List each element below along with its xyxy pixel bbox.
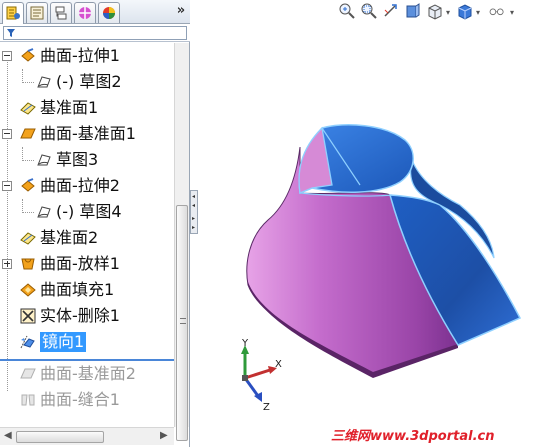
tree-item-plane1[interactable]: 基准面1 [0,95,174,121]
vertical-scrollbar[interactable] [174,43,189,441]
filter-input[interactable] [3,26,187,40]
y-axis-label: Y [241,338,249,349]
tree-item-label: (-) 草图2 [56,72,122,91]
tree-item-filled-surface1[interactable]: 曲面填充1 [0,277,174,303]
horizontal-scrollbar[interactable]: ◀ ▶ [0,427,174,445]
tree-item-planar-surface1[interactable]: 曲面-基准面1 [0,121,174,147]
tree-item-label: 曲面-拉伸1 [40,46,120,65]
zoom-to-area-icon[interactable] [360,2,378,20]
surface-extrude-icon [21,48,35,62]
zoom-to-fit-icon[interactable] [338,2,356,20]
z-axis-label: Z [263,402,270,413]
tree-item-surface-extrude2[interactable]: 曲面-拉伸2 [0,173,174,199]
hide-show-items-icon[interactable] [488,2,506,20]
tab-property-manager[interactable] [26,2,48,23]
tree-item-label: (-) 草图4 [56,202,122,221]
more-tabs-button[interactable]: » [173,2,189,20]
filled-surface-icon [20,283,36,297]
collapse-toggle[interactable] [2,129,12,139]
grip-icon [180,318,186,324]
chevron-down-icon[interactable]: ▾ [446,8,450,17]
panel-splitter[interactable]: ◂ ◂ ▸ ▸ [190,190,198,234]
tree-item-sketch3[interactable]: 草图3 [0,147,174,173]
vertical-scroll-thumb[interactable] [176,205,188,441]
horizontal-scroll-thumb[interactable] [16,431,104,443]
chevron-down-icon[interactable]: ▾ [476,8,480,17]
tab-feature-manager[interactable] [2,2,24,24]
x-axis [244,368,271,380]
property-manager-icon [30,6,44,20]
tree-item-label: 曲面-放样1 [40,254,120,273]
chevron-down-icon[interactable]: ▾ [510,8,514,17]
tab-display-manager[interactable] [98,2,120,23]
sketch-icon [37,76,51,88]
tree-item-label: 曲面填充1 [40,280,115,299]
mirror-icon [20,335,35,349]
tree-item-label: 曲面-拉伸2 [40,176,120,195]
plane-icon [20,102,36,115]
feature-manager-panel: » 曲面-拉伸1 (-) 草图2 基准面1 曲面-基准面1 草图3 曲面-拉伸2… [0,0,190,447]
display-style-icon[interactable] [456,2,474,20]
surface-loft-icon [21,258,35,270]
mirrored-surface-body[interactable] [246,124,522,378]
delete-body-icon [20,308,36,324]
plane-icon [20,232,36,245]
manager-tab-bar: » [0,0,190,24]
tree-item-label: 基准面2 [40,228,99,247]
x-axis-label: X [275,359,282,370]
graphics-viewport[interactable]: Y X Z [199,24,542,424]
tree-item-mirror1[interactable]: 镜向1 [0,329,174,355]
planar-surface-icon [20,128,36,139]
reference-triad: Y X Z [241,338,282,413]
expand-toggle[interactable] [2,259,12,269]
tree-item-surface-loft1[interactable]: 曲面-放样1 [0,251,174,277]
knit-surface-icon [21,394,35,406]
tree-item-label: 曲面-基准面1 [40,124,136,143]
rollback-bar[interactable] [0,359,174,361]
tree-item-plane2[interactable]: 基准面2 [0,225,174,251]
tree-item-delete-body1[interactable]: 实体-删除1 [0,303,174,329]
planar-surface-icon [20,368,36,379]
scroll-left-icon[interactable]: ◀ [4,430,12,441]
funnel-icon [7,29,15,37]
tree-item-planar-surface2[interactable]: 曲面-基准面2 [0,361,174,387]
triad-origin [242,375,248,381]
tab-configuration-manager[interactable] [50,2,72,23]
filter-bar [0,24,190,42]
heads-up-view-toolbar: ▾ ▾ ▾ [338,2,542,22]
tree-item-sketch2[interactable]: (-) 草图2 [0,69,174,95]
watermark-text: 三维网www.3dportal.cn [331,429,495,444]
feature-tree-icon [6,6,20,20]
previous-view-icon[interactable] [382,2,400,20]
section-view-icon[interactable] [404,2,422,20]
tree-item-label: 实体-删除1 [40,306,120,325]
tree-item-knit-surface1[interactable]: 曲面-缝合1 [0,387,174,413]
tree-item-label: 草图3 [56,150,99,169]
collapse-toggle[interactable] [2,51,12,61]
view-orientation-icon[interactable] [426,2,444,20]
scroll-right-icon[interactable]: ▶ [160,430,168,441]
collapse-toggle[interactable] [2,181,12,191]
tab-dimxpert-manager[interactable] [74,2,96,23]
display-manager-icon [103,7,115,19]
dimxpert-icon [79,7,91,19]
tree-item-label: 镜向1 [40,332,87,352]
sketch-icon [37,154,51,166]
tree-item-surface-extrude1[interactable]: 曲面-拉伸1 [0,43,174,69]
tree-item-label: 曲面-基准面2 [40,364,136,383]
configuration-manager-icon [55,6,67,20]
tree-item-label: 基准面1 [40,98,99,117]
surface-extrude-icon [21,178,35,192]
sketch-icon [37,206,51,218]
tree-item-sketch4[interactable]: (-) 草图4 [0,199,174,225]
tree-item-label: 曲面-缝合1 [40,390,120,409]
